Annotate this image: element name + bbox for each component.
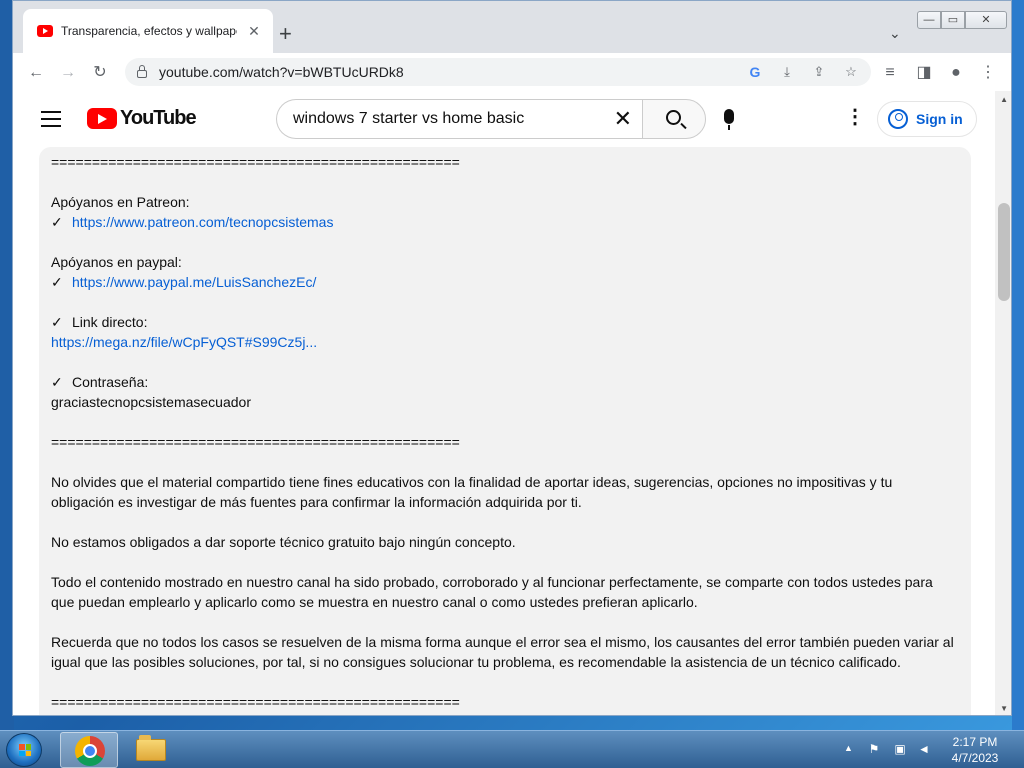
youtube-logo[interactable]: YouTube xyxy=(87,107,197,130)
paragraph-educational: No olvides que el material compartido ti… xyxy=(51,474,893,510)
separator-line: ========================================… xyxy=(51,434,460,450)
clear-search-icon[interactable]: ✕ xyxy=(614,108,632,130)
new-tab-button[interactable]: + xyxy=(279,23,292,45)
tab-title: Transparencia, efectos y wallpape xyxy=(61,24,237,38)
media-queue-icon[interactable]: ≡ xyxy=(879,62,901,84)
windows-logo-icon xyxy=(19,744,31,756)
patreon-label: Apóyanos en Patreon: xyxy=(51,194,190,210)
taskbar-chrome-button[interactable] xyxy=(60,732,118,768)
video-description: Revisa la información adicional relacion… xyxy=(39,134,971,715)
clock-time: 2:17 PM xyxy=(952,735,998,749)
lock-icon xyxy=(137,65,147,78)
paragraph-content-tested: Todo el contenido mostrado en nuestro ca… xyxy=(51,574,933,610)
separator-line: ========================================… xyxy=(51,154,460,170)
sign-in-label: Sign in xyxy=(916,111,963,127)
clock-date: 4/7/2023 xyxy=(951,751,999,765)
chrome-menu-icon[interactable]: ⋮ xyxy=(977,62,999,84)
start-button[interactable] xyxy=(6,733,42,767)
password-label: Contraseña: xyxy=(72,374,149,390)
paypal-link[interactable]: https://www.paypal.me/LuisSanchezEc/ xyxy=(72,274,316,290)
address-bar[interactable]: youtube.com/watch?v=bWBTUcURDk8 G ⤓ ⇪ ☆ xyxy=(125,58,871,86)
tab-search-icon[interactable]: ⌄ xyxy=(889,25,901,42)
back-arrow-icon[interactable]: ← xyxy=(25,62,47,84)
network-icon[interactable]: ▣ xyxy=(892,741,908,757)
taskbar-explorer-button[interactable] xyxy=(122,732,180,768)
browser-tab[interactable]: Transparencia, efectos y wallpape ✕ xyxy=(23,9,273,53)
bookmark-star-icon[interactable]: ☆ xyxy=(841,62,861,82)
separator-line: ========================================… xyxy=(51,694,460,710)
check-icon: ✓ xyxy=(51,374,63,390)
show-hidden-icons-icon[interactable]: ▲ xyxy=(844,743,853,753)
paypal-label: Apóyanos en paypal: xyxy=(51,254,182,270)
youtube-play-icon xyxy=(87,108,117,129)
hamburger-menu-icon[interactable] xyxy=(41,111,61,127)
sign-in-button[interactable]: Sign in xyxy=(877,101,977,137)
google-lens-icon[interactable]: G xyxy=(745,62,765,82)
url-text: youtube.com/watch?v=bWBTUcURDk8 xyxy=(159,64,404,80)
scroll-down-arrow-icon[interactable]: ▼ xyxy=(1000,704,1008,713)
check-icon: ✓ xyxy=(51,314,63,330)
tab-close-icon[interactable]: ✕ xyxy=(245,23,263,40)
browser-toolbar: ← → ↻ youtube.com/watch?v=bWBTUcURDk8 G … xyxy=(13,53,1011,91)
title-bar: Transparencia, efectos y wallpape ✕ + ⌄ … xyxy=(13,1,1011,53)
forward-arrow-icon[interactable]: → xyxy=(57,62,79,84)
action-center-flag-icon[interactable]: ⚑ xyxy=(866,741,882,757)
more-options-icon[interactable]: ⋮ xyxy=(845,107,865,127)
search-input[interactable]: windows 7 starter vs home basic ✕ xyxy=(276,99,642,139)
close-window-button[interactable]: ✕ xyxy=(965,11,1007,29)
reload-icon[interactable]: ↻ xyxy=(89,62,111,84)
password-value: graciastecnopcsistemasecuador xyxy=(51,394,251,410)
patreon-link[interactable]: https://www.patreon.com/tecnopcsistemas xyxy=(72,214,333,230)
search-icon xyxy=(666,110,681,125)
microphone-icon[interactable] xyxy=(724,109,734,130)
folder-icon xyxy=(136,735,166,761)
page-scrollbar[interactable]: ▲ ▼ xyxy=(995,91,1011,715)
user-circle-icon xyxy=(888,109,908,129)
taskbar-clock[interactable]: 2:17 PM 4/7/2023 xyxy=(942,734,1008,766)
check-icon: ✓ xyxy=(51,214,63,230)
maximize-button[interactable]: ▭ xyxy=(941,11,965,29)
youtube-favicon-icon xyxy=(37,25,53,37)
paragraph-recommendation: Recuerda que no todos los casos se resue… xyxy=(51,634,954,670)
chrome-window: Transparencia, efectos y wallpape ✕ + ⌄ … xyxy=(12,0,1012,716)
volume-muted-icon[interactable]: ◄ xyxy=(916,741,932,757)
mega-link[interactable]: https://mega.nz/file/wCpFyQST#S99Cz5j... xyxy=(51,334,317,350)
profile-avatar-icon[interactable]: ● xyxy=(945,62,967,84)
youtube-logo-text: YouTube xyxy=(120,107,197,129)
youtube-header: YouTube windows 7 starter vs home basic … xyxy=(13,91,995,147)
share-icon[interactable]: ⇪ xyxy=(809,62,829,82)
minimize-button[interactable]: — xyxy=(917,11,941,29)
search-query-text: windows 7 starter vs home basic xyxy=(293,110,525,127)
desktop-background-right xyxy=(1012,0,1024,730)
direct-link-label: Link directo: xyxy=(72,314,148,330)
side-panel-icon[interactable]: ◨ xyxy=(913,62,935,84)
scroll-up-arrow-icon[interactable]: ▲ xyxy=(1000,95,1008,104)
paragraph-no-support: No estamos obligados a dar soporte técni… xyxy=(51,534,516,550)
youtube-page: Revisa la información adicional relacion… xyxy=(13,91,1011,715)
scrollbar-thumb[interactable] xyxy=(998,203,1010,301)
search-button[interactable] xyxy=(642,99,706,139)
install-app-icon[interactable]: ⤓ xyxy=(777,62,797,82)
windows-taskbar: ▲ ⚑ ▣ ◄ 2:17 PM 4/7/2023 xyxy=(0,730,1024,768)
chrome-icon xyxy=(75,736,105,766)
check-icon: ✓ xyxy=(51,274,63,290)
